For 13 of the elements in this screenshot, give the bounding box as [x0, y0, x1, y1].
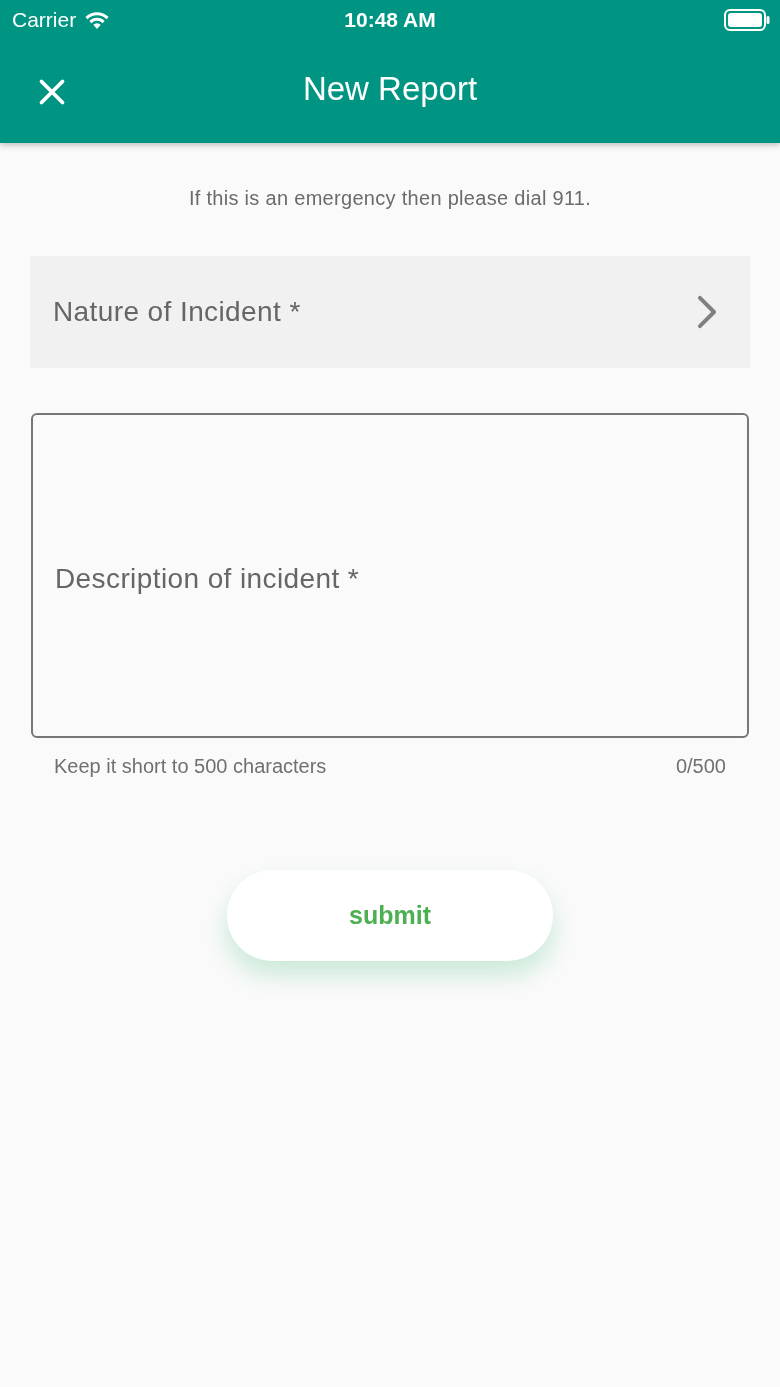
incident-select[interactable]: Nature of Incident * [30, 256, 750, 368]
chevron-icon [696, 295, 718, 329]
carrier-name: Carrier [12, 8, 77, 32]
battery-icon [724, 9, 770, 31]
clock-time: 10:48 AM [344, 8, 436, 32]
emergency-notice: If this is an emergency then please dial 911. [188, 187, 592, 210]
close-icon [38, 77, 66, 106]
wifi-icon [84, 10, 111, 30]
character-counter: 0/500 [675, 755, 726, 778]
description-field[interactable]: Description of incident * [31, 413, 749, 738]
page-title: New Report [302, 70, 478, 108]
submit-button[interactable]: submit [227, 870, 553, 961]
helper-text: Keep it short to 500 characters [54, 755, 327, 778]
